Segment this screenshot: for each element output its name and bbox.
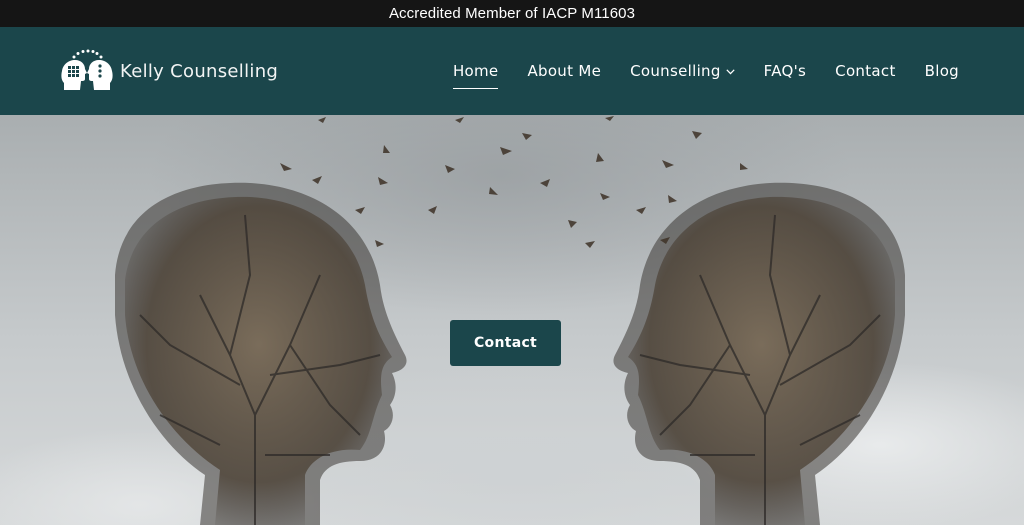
site-header: Kelly Counselling Home About Me Counsell… — [0, 27, 1024, 115]
nav-counselling-label: Counselling — [630, 62, 721, 80]
main-nav: Home About Me Counselling FAQ's Contact … — [424, 27, 959, 115]
two-heads-logo-icon — [61, 49, 113, 90]
nav-faqs[interactable]: FAQ's — [764, 60, 807, 82]
accreditation-text: Accredited Member of IACP M11603 — [388, 5, 636, 22]
hero-banner: Contact — [0, 115, 1024, 525]
nav-blog[interactable]: Blog — [925, 60, 959, 82]
right-tree-head — [613, 182, 905, 525]
nav-about-me[interactable]: About Me — [527, 60, 601, 82]
nav-counselling[interactable]: Counselling — [630, 60, 735, 82]
site-logo[interactable]: Kelly Counselling — [60, 49, 278, 93]
left-tree-head — [115, 182, 407, 525]
logo-text: Kelly Counselling — [120, 60, 279, 82]
accreditation-bar: Accredited Member of IACP M11603 — [0, 0, 1024, 27]
chevron-down-icon — [726, 68, 735, 74]
nav-home[interactable]: Home — [452, 60, 499, 89]
contact-button[interactable]: Contact — [450, 320, 561, 366]
nav-contact[interactable]: Contact — [835, 60, 895, 82]
